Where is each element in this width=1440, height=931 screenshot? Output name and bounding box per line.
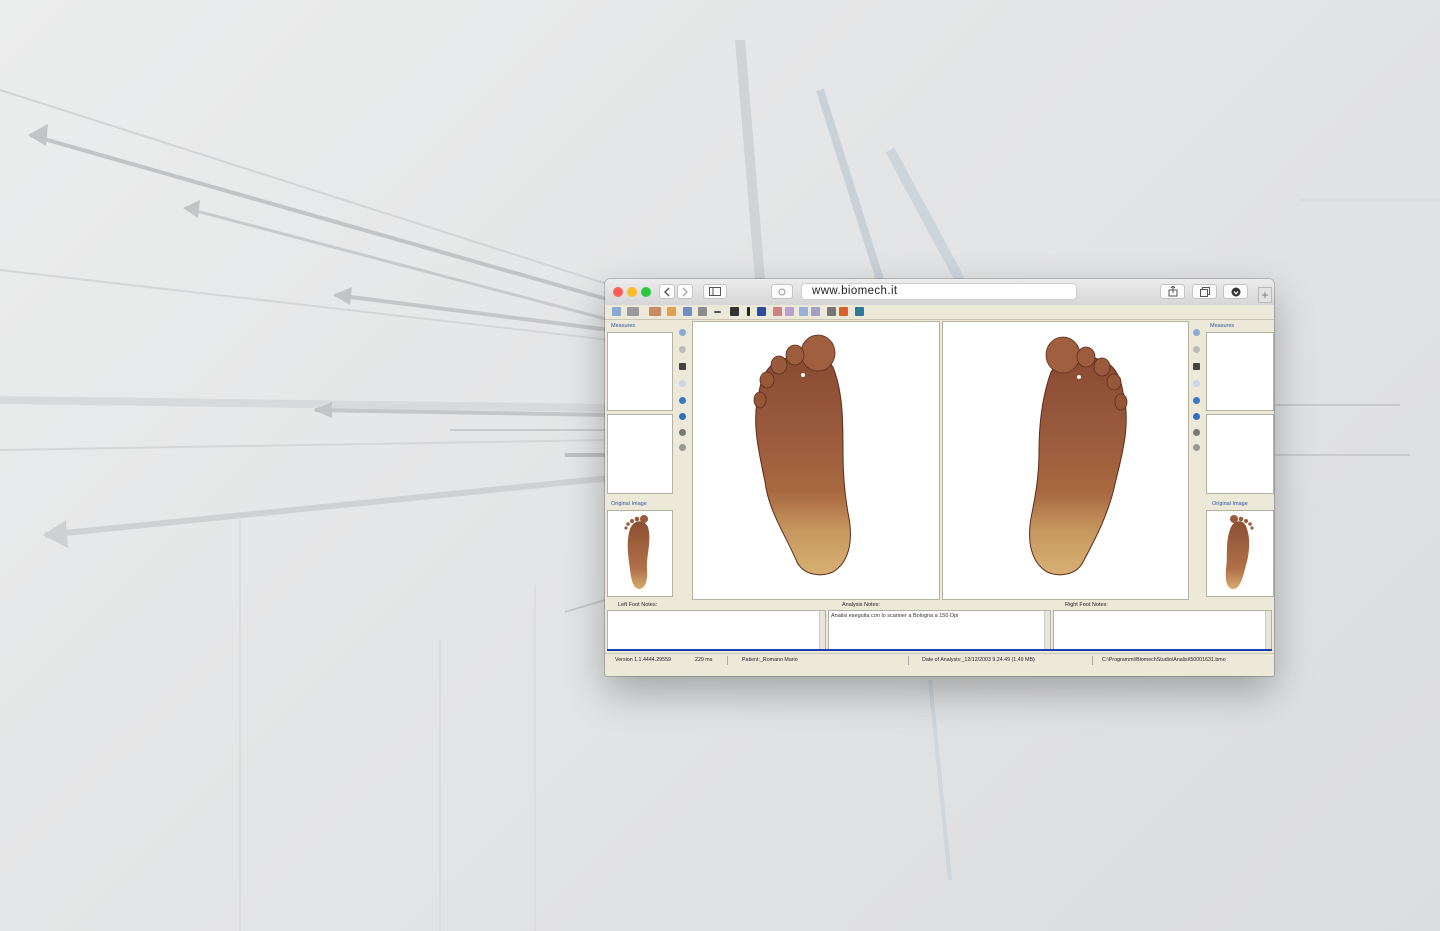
right-notes-scrollbar[interactable] (1265, 611, 1271, 649)
save-icon[interactable] (1193, 363, 1200, 370)
left-notes-scrollbar[interactable] (819, 611, 825, 649)
right-foot-notes-label: Right Foot Notes: (1065, 602, 1108, 608)
status-bar: Version 1.1.4444.29559 229 ms Patient:_R… (605, 653, 1274, 666)
analysis-notes-scrollbar[interactable] (1044, 611, 1050, 649)
undo-icon[interactable] (679, 346, 686, 353)
rotate-right-icon[interactable] (679, 413, 686, 420)
right-foot-scan (1029, 336, 1128, 576)
table-tool-icon[interactable] (827, 307, 836, 316)
chart-tool-icon[interactable] (773, 307, 782, 316)
rotate-right-icon[interactable] (1193, 413, 1200, 420)
pointer-icon[interactable] (1193, 329, 1200, 336)
minimize-icon[interactable] (627, 287, 637, 297)
left-foot-notes-field[interactable] (607, 610, 826, 650)
close-icon[interactable] (613, 287, 623, 297)
resize-tool-icon[interactable] (811, 307, 820, 316)
analysis-notes-field[interactable]: Analisi eseguita con lo scanner a Bologn… (828, 610, 1051, 650)
right-original-image (1206, 510, 1274, 597)
share-button[interactable] (1160, 284, 1185, 299)
back-button[interactable] (659, 284, 675, 299)
report-tool-icon[interactable] (839, 307, 848, 316)
measure-tool-icon[interactable] (698, 307, 707, 316)
select-tool-icon[interactable] (799, 307, 808, 316)
color-tool-icon[interactable] (683, 307, 692, 316)
status-patient: Patient:_Romano Mario (742, 657, 798, 663)
right-foot-notes-field[interactable] (1053, 610, 1272, 650)
address-bar[interactable]: www.biomech.it (801, 283, 1077, 300)
tabs-button[interactable] (1192, 284, 1217, 299)
browser-window: www.biomech.it + Measures Original Image… (605, 279, 1274, 676)
right-measures-box-2 (1206, 414, 1274, 494)
status-divider (727, 656, 728, 665)
copy-icon[interactable] (679, 380, 686, 387)
status-time: 229 ms (695, 657, 713, 663)
pointer-icon[interactable] (679, 329, 686, 336)
right-foot-image[interactable] (942, 321, 1189, 600)
download-icon (1231, 287, 1240, 296)
url-text: www.biomech.it (812, 285, 898, 297)
export-tool-icon[interactable] (855, 307, 864, 316)
browser-titlebar: www.biomech.it + (605, 279, 1274, 306)
left-measures-box (607, 332, 673, 411)
settings-icon[interactable] (679, 429, 686, 436)
maximize-icon[interactable] (641, 287, 651, 297)
status-path: C:\Programmi\BiomechStudio\Analisi\50001… (1102, 657, 1226, 663)
right-foot-thumbnail (1225, 515, 1254, 589)
share-icon (1168, 286, 1177, 297)
status-divider (908, 656, 909, 665)
copy-icon[interactable] (1193, 380, 1200, 387)
rotate-left-icon[interactable] (679, 397, 686, 404)
left-foot-image[interactable] (692, 321, 940, 600)
app-toolbar (605, 305, 1274, 320)
left-original-image-label: Original Image (611, 501, 647, 507)
left-foot-scan (753, 334, 851, 576)
left-foot-thumbnail (624, 515, 650, 589)
right-original-image-label: Original Image (1212, 501, 1248, 507)
rotate-left-icon[interactable] (1193, 397, 1200, 404)
marker-tool-icon[interactable] (747, 307, 750, 316)
left-foot-notes-label: Left Foot Notes: (618, 602, 658, 608)
download-button[interactable] (1223, 284, 1248, 299)
chevron-left-icon (664, 287, 670, 296)
chevron-right-icon (682, 287, 688, 296)
undo-icon[interactable] (1193, 346, 1200, 353)
status-version: Version 1.1.4444.29559 (615, 657, 671, 663)
sidebar-icon (709, 287, 721, 296)
forward-button[interactable] (677, 284, 693, 299)
status-date: Date of Analysis:_12/12/2003 9.24.49 (1,… (922, 657, 1035, 663)
status-divider (1092, 656, 1093, 665)
feet-tool-icon[interactable] (649, 307, 661, 316)
zoom-tool-icon[interactable] (627, 307, 639, 316)
line-tool-icon[interactable] (714, 311, 721, 313)
right-measures-label: Measures (1210, 323, 1235, 329)
edit-tool-icon[interactable] (785, 307, 794, 316)
grid-tool-icon[interactable] (757, 307, 766, 316)
pointer-tool-icon[interactable] (612, 307, 621, 316)
new-tab-button[interactable]: + (1258, 287, 1272, 303)
left-original-image (607, 510, 673, 597)
left-measures-box-2 (607, 414, 673, 494)
globe-icon[interactable] (1193, 444, 1200, 451)
sidebar-button[interactable] (703, 284, 727, 299)
save-icon[interactable] (679, 363, 686, 370)
analysis-notes-text: Analisi eseguita con lo scanner a Bologn… (831, 613, 959, 619)
settings-icon[interactable] (1193, 429, 1200, 436)
extension-button[interactable] (771, 284, 793, 299)
tabs-icon (1199, 286, 1210, 297)
analysis-notes-label: Analysis Notes: (842, 602, 880, 608)
progress-bar (607, 649, 1272, 651)
extension-icon (778, 288, 786, 295)
globe-icon[interactable] (679, 444, 686, 451)
left-measures-label: Measures (611, 323, 636, 329)
foot-tool-icon[interactable] (667, 307, 676, 316)
angle-tool-icon[interactable] (730, 307, 739, 316)
right-measures-box (1206, 332, 1274, 411)
